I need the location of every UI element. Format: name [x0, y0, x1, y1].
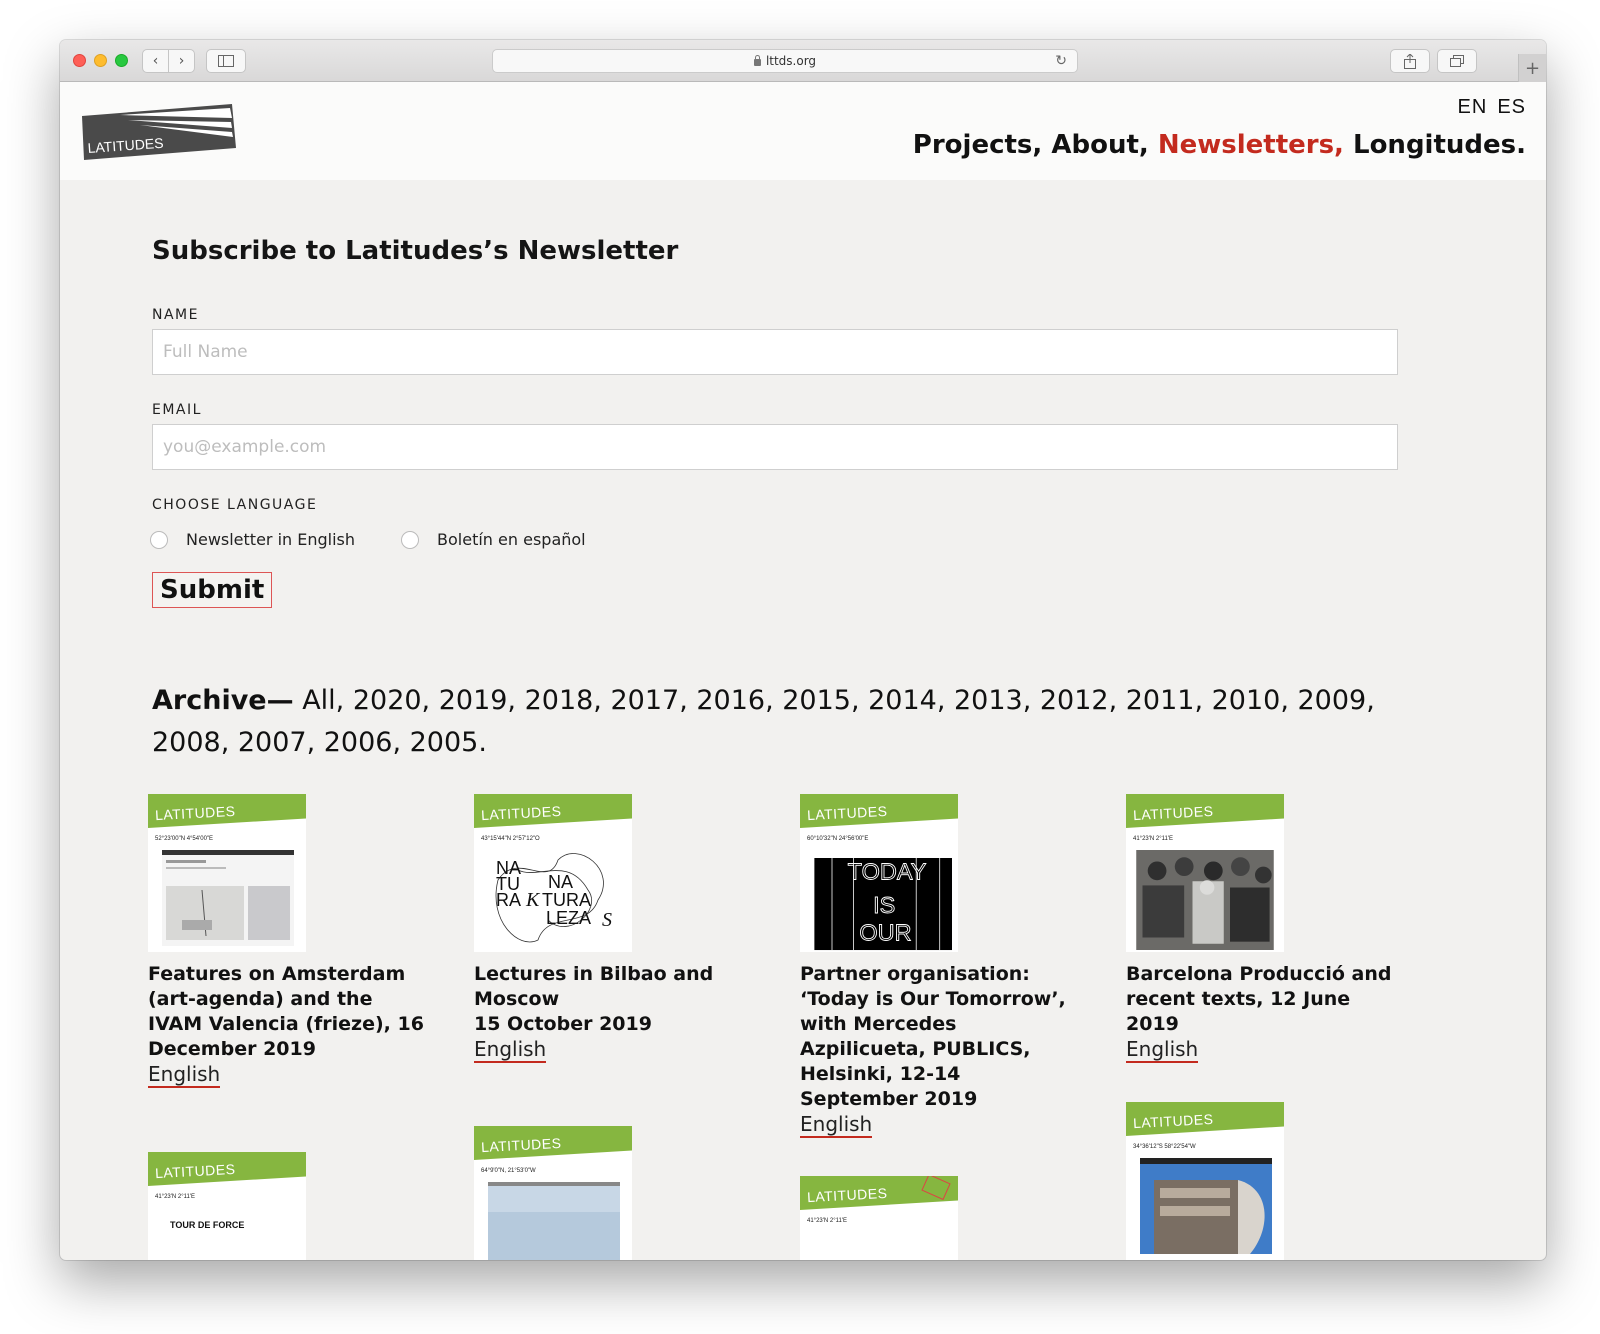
- language-options: Newsletter in English Boletín en español: [150, 530, 632, 549]
- sky-photo: [488, 1182, 620, 1260]
- thumb-coordinates: 41°23'N 2°11'E: [807, 1218, 848, 1224]
- address-bar[interactable]: lttds.org ↻: [492, 49, 1078, 73]
- site-header: LATITUDES EN ES Projects, About, Newslett…: [60, 82, 1546, 180]
- tabs-icon: [1450, 55, 1464, 67]
- card-english-link[interactable]: English: [148, 1062, 221, 1088]
- language-switcher: EN ES: [1448, 96, 1526, 119]
- poster-word: TURA: [542, 890, 591, 910]
- forward-button[interactable]: ›: [168, 49, 195, 73]
- lock-icon: [753, 54, 761, 66]
- thumb-coordinates: 41°23'N 2°11'E: [155, 1194, 196, 1200]
- name-label: NAME: [152, 307, 199, 323]
- card-english-link[interactable]: English: [474, 1037, 547, 1063]
- radio-english[interactable]: [150, 530, 168, 549]
- archive-photo: [1136, 850, 1274, 950]
- share-button[interactable]: [1390, 49, 1430, 73]
- main-nav: Projects, About, Newsletters, Longitudes…: [913, 130, 1526, 160]
- sidebar-icon: [218, 55, 234, 67]
- newsletter-card[interactable]: LATITUDES 43°15'44"N 2°57'12"O NA TU RA …: [474, 794, 754, 1063]
- option-spanish-label: Boletín en español: [437, 530, 586, 549]
- newsletter-thumbnail[interactable]: LATITUDES 41°23'N 2°11'E: [1126, 794, 1284, 952]
- poster-word: S: [602, 909, 612, 931]
- newsletter-thumbnail[interactable]: LATITUDES 64°9'0"N, 21°53'0"W: [474, 1126, 632, 1260]
- nav-projects[interactable]: Projects,: [913, 130, 1042, 160]
- thumb-subhead: TOUR DE FORCE: [170, 1220, 245, 1230]
- chevron-right-icon: ›: [178, 53, 185, 69]
- newsletter-card[interactable]: LATITUDES 60°10'32"N 24°56'00"E TODAY IS…: [800, 794, 1080, 1138]
- archive-label: Archive—: [152, 685, 294, 716]
- building-photo: [1140, 1158, 1272, 1254]
- thumb-coordinates: 34°36'12"S 58°22'54"W: [1133, 1144, 1196, 1150]
- plus-icon: +: [1524, 57, 1541, 79]
- newsletter-card[interactable]: LATITUDES 41°23'N 2°11'E TOUR DE FORCE: [148, 1152, 428, 1260]
- url-text: lttds.org: [765, 54, 817, 68]
- newsletter-card[interactable]: LATITUDES 41°23'N 2°11'E: [800, 1176, 1080, 1260]
- language-label: CHOOSE LANGUAGE: [152, 497, 318, 513]
- poster-word: RA: [496, 890, 521, 910]
- poster-word: LEZA: [546, 908, 591, 928]
- reload-icon[interactable]: ↻: [1055, 53, 1067, 69]
- nav-longitudes[interactable]: Longitudes.: [1353, 130, 1526, 160]
- nav-about[interactable]: About,: [1051, 130, 1148, 160]
- thumb-coordinates: 43°15'44"N 2°57'12"O: [481, 836, 540, 842]
- poster-word: TODAY: [848, 859, 927, 885]
- back-button[interactable]: ‹: [142, 49, 169, 73]
- card-title[interactable]: Partner organisation: ‘Today is Our Tomo…: [800, 962, 1080, 1112]
- newsletter-card[interactable]: LATITUDES 41°23'N 2°11'E Barcelona Produ…: [1126, 794, 1406, 1063]
- option-english[interactable]: Newsletter in English: [150, 530, 355, 549]
- archive-filter: Archive— All, 2020, 2019, 2018, 2017, 20…: [152, 680, 1412, 764]
- browser-toolbar: ‹ › lttds.org ↻ +: [60, 40, 1546, 82]
- newsletter-card[interactable]: LATITUDES 64°9'0"N, 21°53'0"W: [474, 1126, 754, 1260]
- newsletter-card[interactable]: LATITUDES 52°23'00"N 4°54'00"E Features …: [148, 794, 428, 1088]
- card-title[interactable]: Features on Amsterdam (art-agenda) and t…: [148, 962, 428, 1062]
- newsletter-thumbnail[interactable]: LATITUDES 41°23'N 2°11'E TOUR DE FORCE: [148, 1152, 306, 1260]
- share-icon: [1404, 53, 1416, 69]
- thumb-coordinates: 60°10'32"N 24°56'00"E: [807, 836, 869, 842]
- main-content: Subscribe to Latitudes’s Newsletter NAME…: [60, 180, 1546, 1260]
- name-input[interactable]: [152, 329, 1398, 375]
- latitudes-logo[interactable]: LATITUDES: [80, 104, 236, 160]
- thumb-coordinates: 52°23'00"N 4°54'00"E: [155, 836, 214, 842]
- chevron-left-icon: ‹: [152, 53, 159, 69]
- radio-spanish[interactable]: [401, 530, 420, 549]
- newsletter-thumbnail[interactable]: LATITUDES 52°23'00"N 4°54'00"E: [148, 794, 306, 952]
- close-window-button[interactable]: [73, 54, 86, 67]
- maximize-window-button[interactable]: [115, 54, 128, 67]
- card-title[interactable]: Barcelona Producció and recent texts, 12…: [1126, 962, 1406, 1037]
- thumb-coordinates: 41°23'N 2°11'E: [1133, 836, 1174, 842]
- newsletter-thumbnail[interactable]: LATITUDES 43°15'44"N 2°57'12"O NA TU RA …: [474, 794, 632, 952]
- card-title[interactable]: Lectures in Bilbao and Moscow 15 October…: [474, 962, 754, 1037]
- new-tab-button[interactable]: +: [1518, 54, 1546, 82]
- nav-newsletters[interactable]: Newsletters,: [1158, 130, 1344, 160]
- card-english-link[interactable]: English: [800, 1112, 873, 1138]
- poster-word: NA: [548, 872, 573, 892]
- poster-word: K: [525, 889, 541, 911]
- poster-word: IS: [873, 892, 895, 918]
- browser-window: ‹ › lttds.org ↻ + LATITUDES EN ES Projec…: [60, 40, 1546, 1260]
- archive-years[interactable]: All, 2020, 2019, 2018, 2017, 2016, 2015,…: [152, 685, 1375, 758]
- naturaleza-poster: NA TU RA K NA TURA LEZA S: [495, 853, 612, 943]
- poster-word: OUR: [859, 919, 911, 945]
- newsletter-thumbnail[interactable]: LATITUDES 41°23'N 2°11'E: [800, 1176, 958, 1260]
- email-label: EMAIL: [152, 402, 202, 418]
- sidebar-toggle-button[interactable]: [206, 49, 246, 73]
- option-english-label: Newsletter in English: [186, 530, 356, 549]
- tab-overview-button[interactable]: [1437, 49, 1477, 73]
- lang-es[interactable]: ES: [1497, 96, 1526, 118]
- minimize-window-button[interactable]: [94, 54, 107, 67]
- email-input[interactable]: [152, 424, 1398, 470]
- subscribe-title: Subscribe to Latitudes’s Newsletter: [152, 236, 679, 266]
- thumbnail-image: [162, 850, 294, 946]
- newsletter-card[interactable]: LATITUDES 34°36'12"S 58°22'54"W: [1126, 1102, 1406, 1260]
- today-poster: TODAY IS OUR: [814, 858, 952, 951]
- lang-en[interactable]: EN: [1458, 96, 1488, 118]
- card-english-link[interactable]: English: [1126, 1037, 1199, 1063]
- submit-button[interactable]: Submit: [152, 572, 273, 608]
- thumb-coordinates: 64°9'0"N, 21°53'0"W: [481, 1168, 536, 1174]
- option-spanish[interactable]: Boletín en español: [401, 530, 586, 549]
- newsletter-thumbnail[interactable]: LATITUDES 60°10'32"N 24°56'00"E TODAY IS…: [800, 794, 958, 952]
- newsletter-thumbnail[interactable]: LATITUDES 34°36'12"S 58°22'54"W: [1126, 1102, 1284, 1260]
